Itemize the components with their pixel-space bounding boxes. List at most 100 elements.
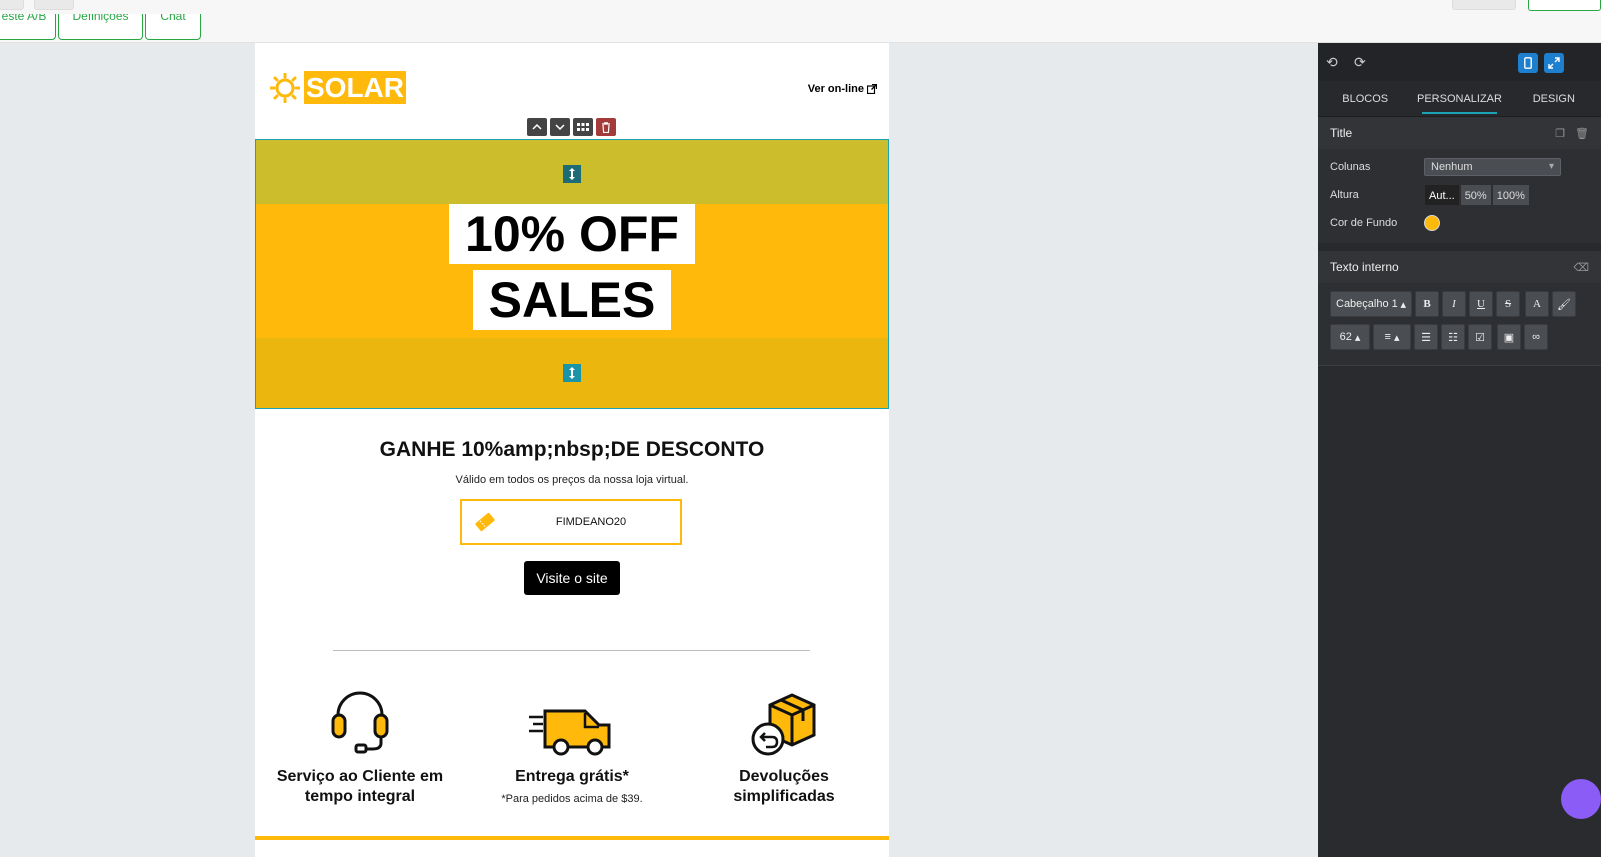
delete-block-button[interactable] [596,118,616,136]
feature-note: *Para pedidos acima de $39. [501,793,643,805]
sun-icon [270,72,300,103]
trash-icon [602,121,610,133]
font-size-select[interactable]: 62 ▴ [1330,324,1370,350]
hero-line-1: 10% OFF [449,204,695,264]
visit-site-button[interactable]: Visite o site [524,561,620,595]
feature-title: Entrega grátis* [515,768,629,785]
move-down-button[interactable] [550,118,570,136]
caret-up-icon: ▴ [1393,331,1400,344]
grid-icon [577,123,589,131]
undo-icon[interactable]: ⟲ [1326,55,1340,69]
chevron-up-icon [532,123,542,130]
font-color-button[interactable]: A [1525,291,1549,317]
discount-title[interactable]: GANHE 10%amp;nbsp;DE DESCONTO [255,438,889,462]
ticket-icon [475,512,495,532]
bg-color-swatch[interactable] [1424,215,1440,231]
align-select[interactable]: ≡ ▴ [1373,324,1411,350]
panel-empty-area [1318,365,1601,857]
expand-icon [1548,57,1560,69]
top-stub-button-2[interactable] [34,0,74,10]
columns-select[interactable]: Nenhum [1424,158,1561,176]
feature-title: Serviço ao Cliente em tempo integral [276,768,444,805]
checklist-button[interactable]: ☑ [1468,324,1492,350]
columns-row: Colunas Nenhum [1318,153,1601,181]
mobile-view-button[interactable] [1518,53,1538,73]
top-right-button[interactable] [1452,0,1516,10]
tab-design[interactable]: DESIGN [1507,81,1601,116]
section-title-header: Title ❐ 🗑 [1318,117,1601,149]
divider [333,650,810,651]
tab-customize[interactable]: PERSONALIZAR [1412,81,1506,116]
numbered-list-button[interactable]: ☷ [1441,324,1465,350]
image-icon: ▣ [1503,331,1515,344]
top-stub-button[interactable] [0,0,24,10]
hero-line-2: SALES [472,270,672,330]
feature-customer-service[interactable]: Serviço ao Cliente em tempo integral [272,685,448,807]
trash-icon[interactable]: 🗑 [1575,127,1589,140]
delivery-truck-icon [529,709,611,756]
section-separator [1318,243,1601,251]
chat-widget-button[interactable] [1561,779,1601,819]
block-toolbar [527,118,616,136]
height-segmented: Aut... 50% 100% [1424,184,1530,206]
view-online-label: Ver on-line [807,83,864,95]
chevron-down-icon [555,124,565,131]
bg-color-row: Cor de Fundo [1318,209,1601,237]
insert-link-button[interactable]: ∞ [1524,324,1548,350]
redo-icon[interactable]: ⟳ [1354,55,1368,69]
underline-button[interactable]: U [1469,291,1493,317]
duplicate-icon[interactable]: ❐ [1555,127,1565,140]
resize-vertical-icon [569,168,575,180]
drag-handle-button[interactable] [573,118,593,136]
hero-title[interactable]: 10% OFF SALES [256,204,888,330]
logo: SOLAR [270,71,406,104]
feature-free-shipping[interactable]: Entrega grátis* *Para pedidos acima de $… [484,685,660,805]
top-right-green-button[interactable] [1528,0,1601,11]
text-toolbar: Cabeçalho 1 ▴ B I U S A 🖌 62 ▴ ≡ ▴ ☰ ☷ ☑ … [1318,283,1601,350]
view-online-link[interactable]: Ver on-line [808,83,877,95]
font-size-value: 62 [1339,331,1352,343]
discount-subtitle[interactable]: Válido em todos os preços da nossa loja … [255,474,889,486]
tab-ab-test[interactable]: Teste A/B [0,14,56,40]
caret-up-icon: ▴ [1354,331,1361,344]
height-50-option[interactable]: 50% [1459,184,1492,206]
move-up-button[interactable] [527,118,547,136]
headset-icon [331,691,389,754]
feature-easy-returns[interactable]: Devoluções simplificadas [696,685,872,807]
editor-panel: ⟲ ⟳ BLOCOS PERSONALIZAR DESIGN Title ❐ 🗑… [1318,43,1601,857]
tab-settings[interactable]: Definições [58,14,143,40]
mobile-icon [1524,57,1532,69]
resize-top-handle[interactable] [563,165,581,183]
tab-blocks[interactable]: BLOCOS [1318,81,1412,116]
external-link-icon [867,84,877,94]
inner-text-header: Texto interno ⌫ [1318,251,1601,283]
top-bar: Teste A/B Definições Chat [0,0,1601,43]
footer-accent-bar [255,836,889,840]
numbered-list-icon: ☷ [1448,331,1458,344]
highlight-button[interactable]: 🖌 [1552,291,1576,317]
resize-bottom-handle[interactable] [563,364,581,382]
height-100-option[interactable]: 100% [1491,184,1530,206]
bold-button[interactable]: B [1415,291,1439,317]
fullscreen-button[interactable] [1544,53,1564,73]
brush-icon: 🖌 [1557,298,1571,311]
coupon-box[interactable]: FIMDEANO20 [460,499,682,545]
email-canvas: SOLAR Ver on-line 10% OFF SALES GANHE 10… [255,43,889,857]
strikethrough-button[interactable]: S [1496,291,1520,317]
inner-text-title: Texto interno [1330,260,1399,274]
insert-image-button[interactable]: ▣ [1497,324,1521,350]
section-title: Title [1330,126,1353,140]
height-row: Altura Aut... 50% 100% [1318,181,1601,209]
panel-tabs: BLOCOS PERSONALIZAR DESIGN [1318,81,1601,117]
bullet-list-icon: ☰ [1421,331,1431,344]
height-auto-option[interactable]: Aut... [1424,184,1460,206]
bullet-list-button[interactable]: ☰ [1414,324,1438,350]
eraser-icon[interactable]: ⌫ [1573,261,1589,274]
align-center-icon: ≡ [1384,331,1391,343]
tab-chat[interactable]: Chat [145,14,201,40]
return-box-icon [751,693,816,756]
heading-select[interactable]: Cabeçalho 1 ▴ [1330,291,1412,317]
caret-up-icon: ▴ [1400,298,1406,311]
italic-button[interactable]: I [1442,291,1466,317]
hero-block[interactable]: 10% OFF SALES [255,139,889,409]
